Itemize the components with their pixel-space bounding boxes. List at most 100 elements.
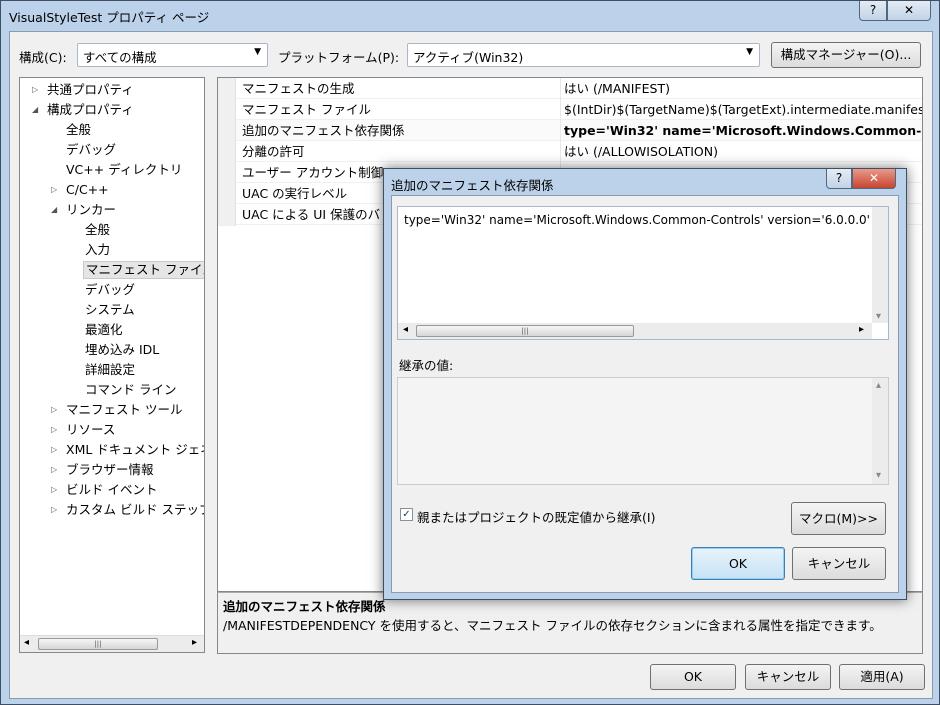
collapsed-arrow-icon[interactable]: ▷ bbox=[51, 501, 57, 519]
tree-item[interactable]: 入力 bbox=[20, 241, 204, 259]
scroll-down-icon[interactable]: ▾ bbox=[876, 470, 881, 481]
expanded-arrow-icon[interactable]: ◢ bbox=[51, 201, 57, 219]
help-button[interactable]: ? bbox=[859, 1, 887, 21]
collapsed-arrow-icon[interactable]: ▷ bbox=[51, 481, 57, 499]
tree-item-label: 構成プロパティ bbox=[47, 102, 134, 117]
scroll-right-icon[interactable]: ▸ bbox=[192, 637, 197, 648]
tree-item-label: カスタム ビルド ステップ bbox=[66, 502, 205, 517]
scroll-thumb[interactable]: ||| bbox=[416, 325, 634, 337]
value-hscrollbar[interactable]: ◂ ||| ▸ bbox=[398, 323, 872, 339]
collapsed-arrow-icon[interactable]: ▷ bbox=[51, 441, 57, 459]
collapsed-arrow-icon[interactable]: ▷ bbox=[51, 421, 57, 439]
tree-item[interactable]: ▷ ビルド イベント bbox=[20, 481, 204, 499]
inherited-vscrollbar[interactable]: ▴ ▾ bbox=[872, 378, 888, 484]
config-manager-button[interactable]: 構成マネージャー(O)... bbox=[771, 42, 921, 68]
grid-row-value[interactable]: type='Win32' name='Microsoft.Windows.Com… bbox=[560, 120, 922, 141]
platform-combo[interactable]: アクティブ(Win32) ▼ bbox=[407, 43, 760, 67]
tree-item[interactable]: 全般 bbox=[20, 121, 204, 139]
config-combo[interactable]: すべての構成 ▼ bbox=[77, 43, 268, 67]
tree-item[interactable]: ▷ C/C++ bbox=[20, 181, 204, 199]
ok-button[interactable]: OK bbox=[650, 664, 736, 690]
tree-hscrollbar[interactable]: ◂ ||| ▸ bbox=[20, 635, 204, 652]
platform-label: プラットフォーム(P): bbox=[278, 50, 400, 65]
dependency-dialog: 追加のマニフェスト依存関係 ? ✕ type='Win32' name='Mic… bbox=[383, 168, 907, 600]
tree-item-label: システム bbox=[85, 302, 135, 317]
tree-item-label: ビルド イベント bbox=[66, 482, 158, 497]
scroll-down-icon[interactable]: ▾ bbox=[876, 311, 881, 322]
apply-button[interactable]: 適用(A) bbox=[839, 664, 925, 690]
tree-item-label: 埋め込み IDL bbox=[85, 342, 160, 357]
collapsed-arrow-icon[interactable]: ▷ bbox=[32, 81, 38, 99]
expanded-arrow-icon[interactable]: ◢ bbox=[32, 101, 38, 119]
tree-item[interactable]: ◢ リンカー bbox=[20, 201, 204, 219]
scroll-up-icon[interactable]: ▴ bbox=[876, 380, 881, 391]
tree-item[interactable]: 最適化 bbox=[20, 321, 204, 339]
grid-row-value[interactable]: $(IntDir)$(TargetName)$(TargetExt).inter… bbox=[560, 99, 922, 120]
tree-item[interactable]: デバッグ bbox=[20, 281, 204, 299]
grid-row[interactable]: 追加のマニフェスト依存関係 type='Win32' name='Microsof… bbox=[218, 120, 922, 141]
tree-item-label: コマンド ライン bbox=[85, 382, 177, 397]
tree-item[interactable]: システム bbox=[20, 301, 204, 319]
value-textarea[interactable]: type='Win32' name='Microsoft.Windows.Com… bbox=[397, 206, 889, 340]
macro-button[interactable]: マクロ(M)>> bbox=[791, 502, 886, 535]
dialog-help-button[interactable]: ? bbox=[826, 169, 852, 189]
config-label: 構成(C): bbox=[19, 50, 67, 65]
grid-row-name: UAC の実行レベル bbox=[242, 186, 348, 201]
cancel-button[interactable]: キャンセル bbox=[745, 664, 831, 690]
tree-item[interactable]: 埋め込み IDL bbox=[20, 341, 204, 359]
grid-row-name: 分離の許可 bbox=[242, 144, 305, 159]
scroll-thumb[interactable]: ||| bbox=[38, 638, 158, 650]
value-vscrollbar[interactable]: ▾ bbox=[872, 207, 888, 323]
tree-item-label: 詳細設定 bbox=[85, 362, 136, 377]
grid-row-name: 追加のマニフェスト依存関係 bbox=[242, 123, 405, 138]
tree-item[interactable]: コマンド ライン bbox=[20, 381, 204, 399]
grid-row-name: ユーザー アカウント制御 bbox=[242, 165, 384, 180]
tree-item[interactable]: ▷ カスタム ビルド ステップ bbox=[20, 501, 204, 519]
tree-item[interactable]: ▷ XML ドキュメント ジェネ bbox=[20, 441, 204, 459]
dialog-cancel-button[interactable]: キャンセル bbox=[792, 547, 886, 580]
tree-item[interactable]: ◢ 構成プロパティ bbox=[20, 101, 204, 119]
grid-row[interactable]: 分離の許可 はい (/ALLOWISOLATION) bbox=[218, 141, 922, 162]
scroll-right-icon[interactable]: ▸ bbox=[859, 324, 864, 335]
tree-item-label: リンカー bbox=[66, 202, 117, 217]
collapsed-arrow-icon[interactable]: ▷ bbox=[51, 401, 57, 419]
scroll-left-icon[interactable]: ◂ bbox=[403, 324, 408, 335]
grid-row[interactable]: マニフェスト ファイル $(IntDir)$(TargetName)$(Targe… bbox=[218, 99, 922, 120]
tree-item[interactable]: 詳細設定 bbox=[20, 361, 204, 379]
grid-row-value[interactable]: はい (/MANIFEST) bbox=[560, 78, 922, 99]
dialog-title: 追加のマニフェスト依存関係 bbox=[391, 178, 554, 193]
tree-item[interactable]: マニフェスト ファイル bbox=[20, 261, 204, 279]
inherit-checkbox-label[interactable]: 親またはプロジェクトの既定値から継承(I) bbox=[417, 507, 655, 526]
tree-item-label: マニフェスト ツール bbox=[66, 402, 183, 417]
close-icon[interactable]: ✕ bbox=[887, 1, 931, 21]
description-pane: 追加のマニフェスト依存関係 /MANIFESTDEPENDENCY を使用すると… bbox=[217, 592, 923, 654]
tree-item-label: リソース bbox=[66, 422, 116, 437]
grid-row-name: UAC による UI 保護のバ bbox=[242, 207, 381, 222]
inherit-checkbox[interactable]: ✓ bbox=[400, 508, 413, 521]
tree-item[interactable]: 全般 bbox=[20, 221, 204, 239]
chevron-down-icon: ▼ bbox=[254, 47, 261, 57]
grid-row[interactable]: マニフェストの生成 はい (/MANIFEST) bbox=[218, 78, 922, 99]
tree-item[interactable]: ▷ ブラウザー情報 bbox=[20, 461, 204, 479]
dialog-ok-button[interactable]: OK bbox=[691, 547, 785, 580]
scroll-left-icon[interactable]: ◂ bbox=[24, 637, 29, 648]
config-value: すべての構成 bbox=[83, 50, 157, 65]
collapsed-arrow-icon[interactable]: ▷ bbox=[51, 461, 57, 479]
tree-item-label: 共通プロパティ bbox=[47, 82, 134, 97]
tree-item[interactable]: ▷ リソース bbox=[20, 421, 204, 439]
property-tree[interactable]: ▷ 共通プロパティ ◢ 構成プロパティ 全般 デバッグ VC++ ディレクトリ ▷ C/C++ ◢… bbox=[19, 77, 205, 653]
tree-item[interactable]: デバッグ bbox=[20, 141, 204, 159]
grid-row-name: マニフェスト ファイル bbox=[242, 102, 371, 117]
tree-item-label: 最適化 bbox=[85, 322, 123, 337]
tree-item-label: デバッグ bbox=[85, 282, 136, 297]
inherited-label: 継承の値: bbox=[399, 358, 454, 373]
tree-item[interactable]: ▷ マニフェスト ツール bbox=[20, 401, 204, 419]
dialog-close-icon[interactable]: ✕ bbox=[852, 169, 896, 189]
chevron-down-icon: ▼ bbox=[746, 47, 753, 57]
value-text: type='Win32' name='Microsoft.Windows.Com… bbox=[404, 213, 869, 227]
tree-item[interactable]: VC++ ディレクトリ bbox=[20, 161, 204, 179]
tree-item[interactable]: ▷ 共通プロパティ bbox=[20, 81, 204, 99]
grid-row-value[interactable]: はい (/ALLOWISOLATION) bbox=[560, 141, 922, 162]
collapsed-arrow-icon[interactable]: ▷ bbox=[51, 181, 57, 199]
tree-item-label: デバッグ bbox=[66, 142, 117, 157]
